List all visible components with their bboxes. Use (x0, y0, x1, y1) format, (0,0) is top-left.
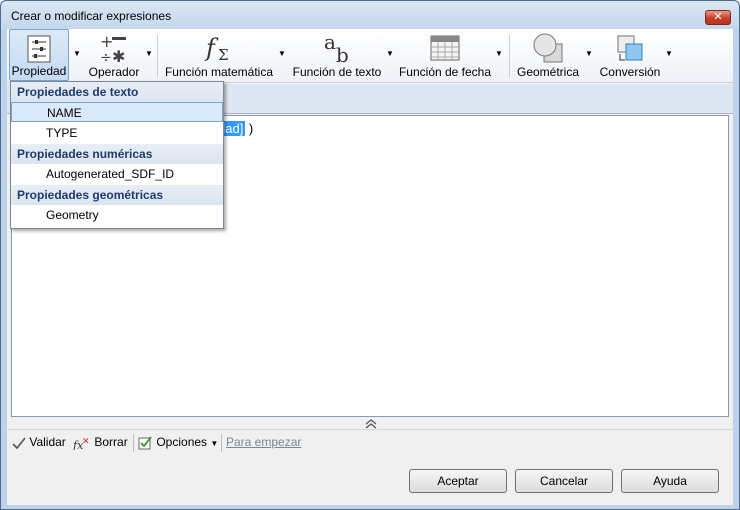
bottom-separator (221, 434, 222, 452)
conversion-button[interactable]: Conversión (597, 29, 663, 81)
propiedad-dropdown-arrow-icon[interactable]: ▼ (73, 49, 81, 58)
group-header-propiedades-texto: Propiedades de texto (11, 82, 223, 102)
menu-item-geometry[interactable]: Geometry (11, 205, 223, 225)
svg-text:f: f (204, 34, 219, 62)
svg-text:a: a (324, 32, 336, 54)
group-header-propiedades-geometricas: Propiedades geométricas (11, 185, 223, 205)
opciones-dropdown-arrow-icon[interactable]: ▼ (210, 439, 218, 448)
borrar-label: Borrar (94, 435, 128, 449)
checkbox-icon (138, 436, 152, 450)
close-button[interactable]: ✕ (705, 10, 731, 25)
conversion-label: Conversión (599, 65, 661, 79)
opciones-label: Opciones (156, 435, 208, 449)
funcion-texto-button[interactable]: a b Función de texto (290, 29, 384, 81)
validar-button[interactable]: Validar (12, 435, 66, 451)
check-icon (12, 437, 26, 450)
funcion-matematica-label: Función matemática (164, 65, 274, 79)
propiedad-label: Propiedad (11, 64, 67, 78)
propiedad-dropdown-menu: Propiedades de texto NAME TYPE Propiedad… (10, 81, 224, 229)
svg-text:✕: ✕ (82, 437, 90, 447)
funcion-matematica-dropdown-arrow-icon[interactable]: ▼ (278, 49, 286, 58)
collapse-up-icon[interactable] (363, 417, 379, 429)
geometrica-label: Geométrica (516, 65, 580, 79)
window-title: Crear o modificar expresiones (11, 9, 172, 23)
operador-button[interactable]: + ✱ ÷ Operador (85, 29, 143, 81)
calendar-icon (430, 35, 460, 61)
operators-icon: + ✱ ÷ (100, 32, 126, 64)
funcion-fecha-label: Función de fecha (398, 65, 492, 79)
funcion-matematica-button[interactable]: f Σ Función matemática (160, 29, 278, 81)
funcion-fecha-button[interactable]: Función de fecha (398, 29, 492, 81)
funcion-texto-dropdown-arrow-icon[interactable]: ▼ (386, 49, 394, 58)
funcion-fecha-dropdown-arrow-icon[interactable]: ▼ (495, 49, 503, 58)
opciones-button[interactable]: Opciones ▼ (138, 435, 218, 451)
para-empezar-link[interactable]: Para empezar (226, 435, 301, 451)
operador-dropdown-arrow-icon[interactable]: ▼ (145, 49, 153, 58)
conversion-dropdown-arrow-icon[interactable]: ▼ (665, 49, 673, 58)
geometrica-dropdown-arrow-icon[interactable]: ▼ (585, 49, 593, 58)
validar-label: Validar (29, 435, 66, 449)
ayuda-button[interactable]: Ayuda (621, 469, 719, 493)
toolbar-separator (509, 35, 510, 77)
geometry-icon (533, 33, 563, 63)
menu-item-name[interactable]: NAME (11, 102, 223, 122)
para-empezar-label: Para empezar (226, 435, 302, 449)
svg-text:✱: ✱ (112, 47, 125, 64)
toolbar-separator (157, 35, 158, 77)
conversion-icon (617, 35, 643, 61)
cancelar-button[interactable]: Cancelar (515, 469, 613, 493)
bottom-separator (133, 434, 134, 452)
properties-icon (27, 35, 51, 63)
dialog-body: Propiedad ▼ + ✱ ÷ Operador ▼ f Σ Función… (7, 29, 733, 505)
funcion-texto-label: Función de texto (292, 65, 382, 79)
svg-text:Σ: Σ (218, 46, 229, 64)
expression-tail-text: ) (245, 121, 254, 136)
title-bar[interactable]: Crear o modificar expresiones ✕ (1, 1, 739, 29)
expression-builder-window: Crear o modificar expresiones ✕ Propieda… (0, 0, 740, 510)
geometrica-button[interactable]: Geométrica (513, 29, 583, 81)
menu-item-autogenerated-sdf-id[interactable]: Autogenerated_SDF_ID (11, 164, 223, 184)
bottom-toolbar: Validar fx ✕ Borrar Opciones ▼ Para empe… (7, 429, 733, 455)
splitter[interactable] (7, 417, 733, 429)
propiedad-button[interactable]: Propiedad (9, 29, 69, 81)
operador-label: Operador (88, 65, 140, 79)
menu-item-type[interactable]: TYPE (11, 123, 223, 143)
clear-expression-icon: fx ✕ (72, 437, 90, 452)
math-function-icon: f Σ (204, 34, 229, 64)
function-toolbar: Propiedad ▼ + ✱ ÷ Operador ▼ f Σ Función… (7, 29, 733, 83)
svg-text:÷: ÷ (100, 50, 112, 64)
svg-text:b: b (336, 43, 349, 64)
aceptar-button[interactable]: Aceptar (409, 469, 507, 493)
group-header-propiedades-numericas: Propiedades numéricas (11, 144, 223, 164)
borrar-button[interactable]: fx ✕ Borrar (72, 435, 128, 452)
text-function-icon: a b (324, 32, 349, 64)
